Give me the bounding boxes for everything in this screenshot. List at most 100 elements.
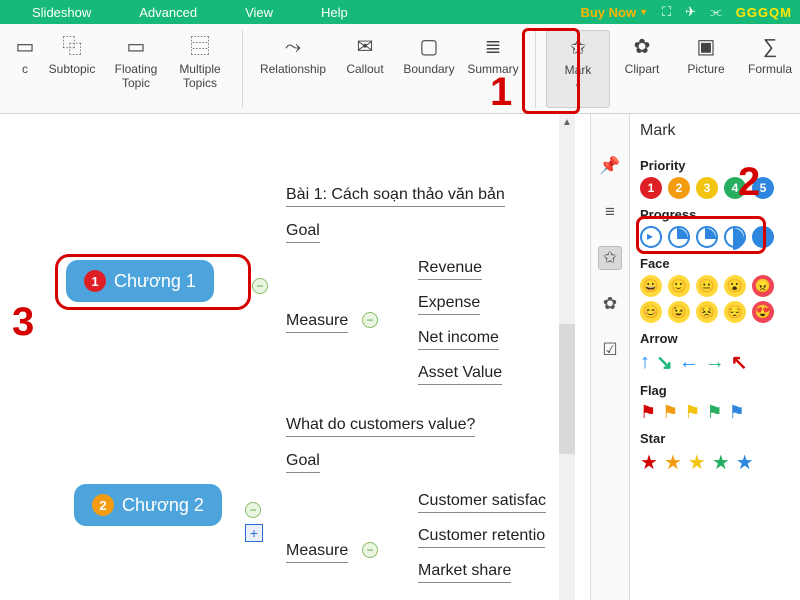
- vertical-scrollbar[interactable]: ▲: [559, 114, 575, 600]
- collapse-toggle[interactable]: −: [245, 502, 261, 518]
- arrow-right-icon[interactable]: →: [705, 351, 725, 374]
- share-icon[interactable]: ⫘: [710, 4, 722, 20]
- ribbon-multiple-topics[interactable]: ⿳ Multiple Topics: [168, 30, 232, 108]
- node-revenue[interactable]: Revenue: [418, 259, 482, 280]
- face-sad[interactable]: 😔: [724, 301, 746, 323]
- subtopic-icon: ⿻: [40, 32, 104, 62]
- node-asset-value[interactable]: Asset Value: [418, 364, 502, 385]
- picture-icon: ▣: [674, 32, 738, 62]
- add-child-button[interactable]: +: [245, 524, 263, 542]
- priority-3[interactable]: 3: [696, 177, 718, 199]
- ribbon-formula[interactable]: ∑ Formula: [738, 30, 800, 108]
- face-angry[interactable]: 😠: [752, 275, 774, 297]
- node-bai1[interactable]: Bài 1: Cách soạn thảo văn bản: [286, 186, 505, 207]
- pin-icon[interactable]: 📌: [598, 154, 622, 178]
- arrow-row: ↑ ↘ ← → ↖: [640, 350, 800, 375]
- flag-row: ⚑ ⚑ ⚑ ⚑ ⚑: [640, 402, 800, 423]
- menu-view[interactable]: View: [221, 5, 297, 20]
- flag-red[interactable]: ⚑: [640, 402, 656, 423]
- scroll-thumb[interactable]: [559, 324, 575, 454]
- collapse-toggle[interactable]: −: [362, 542, 378, 558]
- priority-4[interactable]: 4: [724, 177, 746, 199]
- star-blue[interactable]: ★: [736, 450, 754, 475]
- progress-33[interactable]: [696, 226, 718, 248]
- priority-1[interactable]: 1: [640, 177, 662, 199]
- face-wink[interactable]: 😉: [668, 301, 690, 323]
- side-icon-strip: 📌 ≡ ✩ ✿ ☑: [590, 114, 630, 600]
- ribbon-callout[interactable]: ✉ Callout: [333, 30, 397, 108]
- menu-help[interactable]: Help: [297, 5, 372, 20]
- ribbon-relationship[interactable]: ⤳ Relationship: [253, 30, 333, 108]
- face-row-2: 😊 😉 😣 😔 😍: [640, 301, 800, 323]
- face-surprised[interactable]: 😮: [724, 275, 746, 297]
- node-question[interactable]: What do customers value?: [286, 416, 475, 437]
- flag-green[interactable]: ⚑: [706, 402, 722, 423]
- node-label: Chương 2: [122, 495, 204, 516]
- ribbon-boundary[interactable]: ▢ Boundary: [397, 30, 461, 108]
- callout-icon: ✉: [333, 32, 397, 62]
- ribbon-picture[interactable]: ▣ Picture: [674, 30, 738, 108]
- star-row: ★ ★ ★ ★ ★: [640, 450, 800, 475]
- flag-yellow[interactable]: ⚑: [684, 402, 700, 423]
- ribbon-summary[interactable]: ≣ Summary: [461, 30, 525, 108]
- face-cool[interactable]: 😊: [640, 301, 662, 323]
- priority-badge-2: 2: [92, 494, 114, 516]
- menu-slideshow[interactable]: Slideshow: [8, 5, 115, 20]
- clipart-icon: ✿: [610, 32, 674, 62]
- star-red[interactable]: ★: [640, 450, 658, 475]
- fullscreen-icon[interactable]: ⛶: [662, 4, 671, 20]
- brand-label: GGGQM: [736, 5, 792, 20]
- node-cust-ret[interactable]: Customer retentio: [418, 527, 545, 548]
- progress-50[interactable]: [724, 226, 746, 248]
- collapse-toggle[interactable]: −: [362, 312, 378, 328]
- progress-25[interactable]: [668, 226, 690, 248]
- node-goal-1[interactable]: Goal: [286, 222, 320, 243]
- flag-orange[interactable]: ⚑: [662, 402, 678, 423]
- progress-0[interactable]: [640, 226, 662, 248]
- priority-row: 1 2 3 4 5: [640, 177, 800, 199]
- menu-advanced[interactable]: Advanced: [115, 5, 221, 20]
- node-measure-1[interactable]: Measure: [286, 312, 348, 333]
- ribbon-mark[interactable]: ✩ Mark ▾: [546, 30, 610, 108]
- priority-2[interactable]: 2: [668, 177, 690, 199]
- mark-tab-icon[interactable]: ✩: [598, 246, 622, 270]
- arrow-down-right-icon[interactable]: ↘: [656, 350, 673, 375]
- star-yellow[interactable]: ★: [688, 450, 706, 475]
- list-icon[interactable]: ≡: [598, 200, 622, 224]
- face-smile[interactable]: 🙂: [668, 275, 690, 297]
- face-grin[interactable]: 😀: [640, 275, 662, 297]
- scroll-up-icon[interactable]: ▲: [559, 114, 575, 130]
- arrow-left-icon[interactable]: ←: [679, 351, 699, 374]
- ribbon-topic[interactable]: ▭ c: [10, 30, 40, 108]
- node-net-income[interactable]: Net income: [418, 329, 499, 350]
- face-love[interactable]: 😍: [752, 301, 774, 323]
- node-goal-2[interactable]: Goal: [286, 452, 320, 473]
- mindmap-canvas[interactable]: 1 Chương 1 − Bài 1: Cách soạn thảo văn b…: [0, 114, 575, 600]
- node-expense[interactable]: Expense: [418, 294, 480, 315]
- ribbon-floating-topic[interactable]: ▭ Floating Topic: [104, 30, 168, 108]
- node-chapter-2[interactable]: 2 Chương 2: [74, 484, 222, 526]
- face-tired[interactable]: 😣: [696, 301, 718, 323]
- node-cust-sat[interactable]: Customer satisfac: [418, 492, 546, 513]
- priority-badge-1: 1: [84, 270, 106, 292]
- ribbon-clipart[interactable]: ✿ Clipart: [610, 30, 674, 108]
- ribbon-subtopic[interactable]: ⿻ Subtopic: [40, 30, 104, 108]
- priority-5[interactable]: 5: [752, 177, 774, 199]
- face-row: 😀 🙂 😐 😮 😠: [640, 275, 800, 297]
- buy-now-button[interactable]: Buy Now▼: [580, 5, 648, 20]
- node-measure-2[interactable]: Measure: [286, 542, 348, 563]
- send-icon[interactable]: ✈: [685, 4, 696, 20]
- calendar-icon[interactable]: ☑: [598, 338, 622, 362]
- arrow-up-right-icon[interactable]: ↖: [731, 350, 748, 375]
- progress-100[interactable]: [752, 226, 774, 248]
- clipart-tab-icon[interactable]: ✿: [598, 292, 622, 316]
- star-orange[interactable]: ★: [664, 450, 682, 475]
- star-green[interactable]: ★: [712, 450, 730, 475]
- face-neutral[interactable]: 😐: [696, 275, 718, 297]
- node-chapter-1[interactable]: 1 Chương 1: [66, 260, 214, 302]
- flag-blue[interactable]: ⚑: [729, 402, 745, 423]
- arrow-up-icon[interactable]: ↑: [640, 351, 650, 374]
- chevron-down-icon[interactable]: ▾: [576, 79, 581, 93]
- collapse-toggle[interactable]: −: [252, 278, 268, 294]
- node-market-share[interactable]: Market share: [418, 562, 511, 583]
